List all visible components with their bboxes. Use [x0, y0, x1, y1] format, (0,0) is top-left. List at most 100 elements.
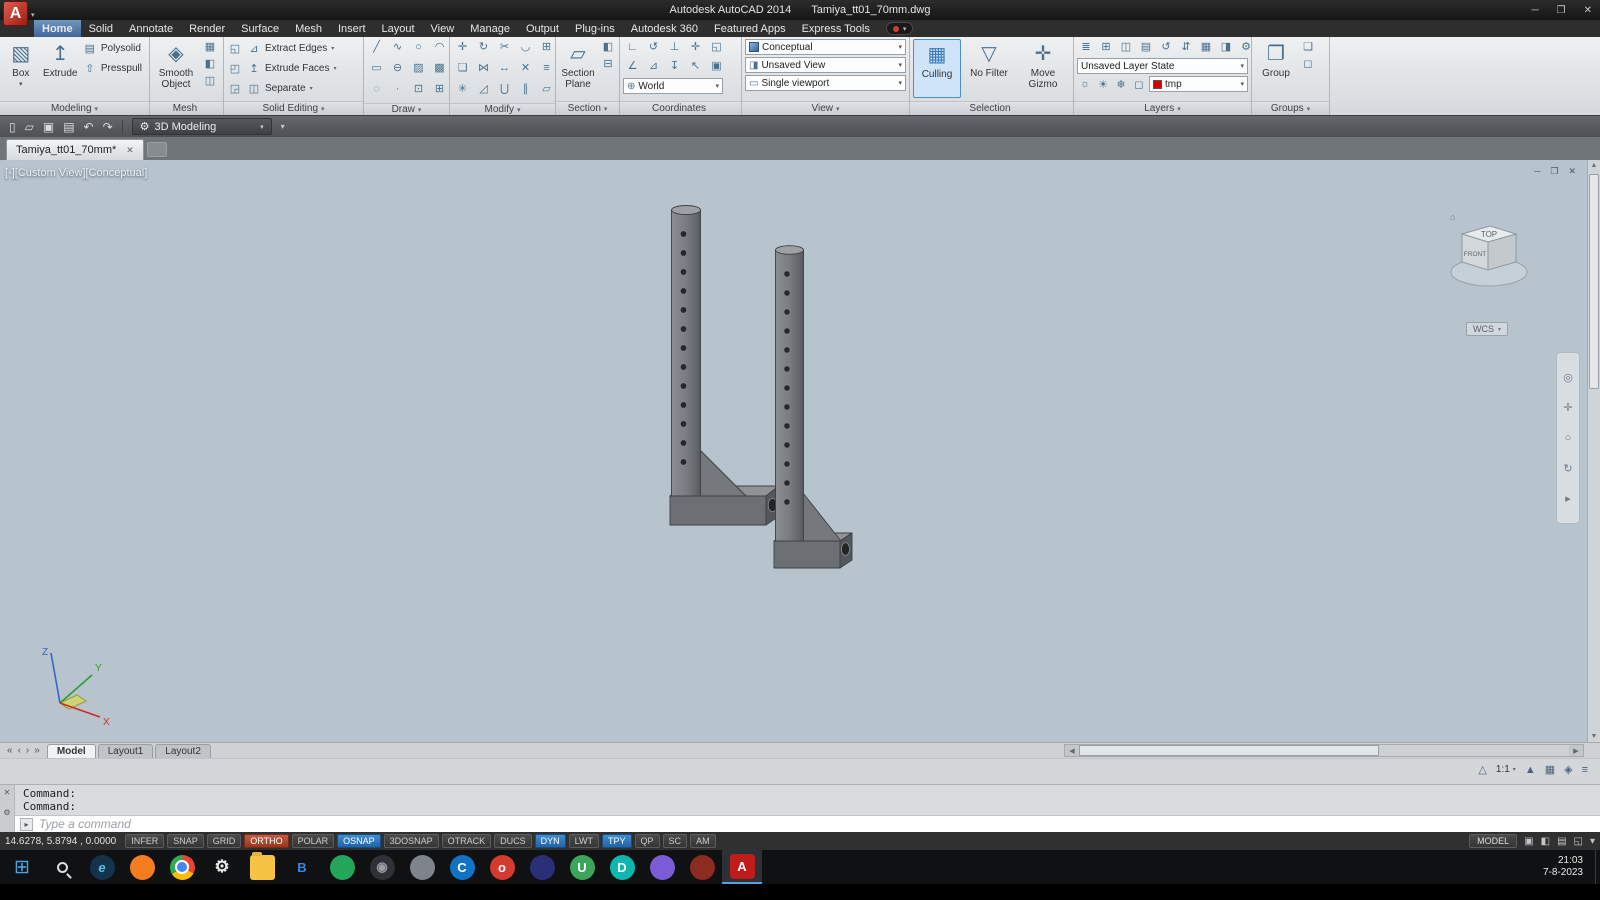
qat-customize-caret[interactable]: ▾ [281, 122, 285, 131]
ucs-tool-icon[interactable]: ✛ [686, 39, 705, 54]
hatch-icon[interactable]: ▨ [409, 60, 428, 75]
line-icon[interactable]: ╱ [367, 39, 386, 54]
toggle-ortho[interactable]: ORTHO [244, 834, 288, 848]
toggle-qp[interactable]: QP [635, 834, 660, 848]
right-post-part[interactable] [774, 246, 852, 568]
taskbar-search-button[interactable] [42, 850, 82, 884]
pan-icon[interactable]: ✛ [1563, 401, 1572, 414]
command-history[interactable]: Command: Command: [15, 785, 1600, 815]
panel-title-groups[interactable]: Groups [1252, 101, 1329, 115]
mesh-tool-icon[interactable]: ◫ [202, 73, 218, 88]
toggle-3dosnap[interactable]: 3DOSNAP [384, 834, 439, 848]
layer-tool-icon[interactable]: ▦ [1197, 39, 1215, 54]
autoscale-icon[interactable]: ▦ [1545, 763, 1555, 776]
presspull-button[interactable]: ⇧ Presspull [82, 59, 146, 77]
drawing-area[interactable]: [-][Custom View][Conceptual] ─ ❐ ✕ [0, 160, 1600, 742]
taskbar-app-firefox[interactable] [122, 850, 162, 884]
prev-layout-icon[interactable]: ‹ [18, 745, 21, 756]
ucs-tool-icon[interactable]: ∠ [623, 58, 642, 73]
panel-title-solid-editing[interactable]: Solid Editing [224, 101, 363, 115]
taskbar-app[interactable]: ◉ [362, 850, 402, 884]
ucs-tool-icon[interactable]: ↧ [665, 58, 684, 73]
tab-layout2[interactable]: Layout2 [155, 744, 211, 759]
ucs-tool-icon[interactable]: ∟ [623, 39, 642, 54]
viewport-label[interactable]: [-][Custom View][Conceptual] [5, 167, 147, 179]
tab-plugins[interactable]: Plug-ins [567, 20, 623, 37]
ucs-tool-icon[interactable]: ◱ [707, 39, 726, 54]
horizontal-scrollbar-thumb[interactable] [1079, 745, 1379, 756]
trim-icon[interactable]: ✂ [495, 39, 514, 54]
taskbar-app[interactable] [522, 850, 562, 884]
toggle-dyn[interactable]: DYN [535, 834, 566, 848]
panel-title-coordinates[interactable]: Coordinates [620, 101, 741, 115]
coordinate-readout[interactable]: 14.6278, 5.8794 , 0.0000 [5, 836, 116, 847]
tab-manage[interactable]: Manage [462, 20, 518, 37]
taskbar-app-autocad[interactable]: A [722, 850, 762, 884]
mesh-tool-icon[interactable]: ◧ [202, 56, 218, 71]
tab-solid[interactable]: Solid [81, 20, 121, 37]
file-tab-close-icon[interactable]: ✕ [126, 145, 134, 156]
toggle-tpy[interactable]: TPY [602, 834, 632, 848]
extrude-faces-button[interactable]: ◰ ↥ Extrude Faces [227, 59, 360, 77]
ucs-combo[interactable]: ⊕ World [623, 78, 723, 94]
plot-icon[interactable]: ▤ [63, 120, 74, 134]
named-view-combo[interactable]: ◨ Unsaved View [745, 57, 906, 73]
viewport-minimize-button[interactable]: ─ [1534, 166, 1540, 177]
mirror-icon[interactable]: ⋈ [474, 60, 493, 75]
vertical-scrollbar-thumb[interactable] [1589, 174, 1599, 389]
union-icon[interactable]: ◱ [227, 41, 243, 56]
culling-button[interactable]: ▦ Culling [913, 39, 961, 98]
ribbon-options-pill[interactable]: ▾ [886, 22, 914, 35]
next-layout-icon[interactable]: › [26, 745, 29, 756]
copy-icon[interactable]: ❏ [453, 60, 472, 75]
last-layout-icon[interactable]: » [34, 745, 40, 756]
redo-icon[interactable]: ↷ [103, 120, 113, 134]
panel-title-layers[interactable]: Layers [1074, 101, 1251, 115]
taskbar-app-explorer[interactable] [242, 850, 282, 884]
annotation-scale-button[interactable]: 1:1 [1496, 764, 1516, 775]
smooth-object-button[interactable]: ◈ Smooth Object [153, 39, 199, 98]
viewcube[interactable]: TOP FRONT ⌂ [1444, 206, 1534, 316]
tab-mesh[interactable]: Mesh [287, 20, 330, 37]
layer-tool-icon[interactable]: ↺ [1157, 39, 1175, 54]
undo-icon[interactable]: ↶ [84, 120, 94, 134]
boundary-icon[interactable]: ◌ [367, 81, 386, 96]
quick-view-layouts-icon[interactable]: ▣ [1524, 836, 1533, 847]
scale-icon[interactable]: ▱ [537, 81, 556, 96]
tab-insert[interactable]: Insert [330, 20, 374, 37]
rectangle-icon[interactable]: ▭ [367, 60, 386, 75]
layer-freeze-icon[interactable]: ❄ [1113, 77, 1129, 92]
quick-view-drawings-icon[interactable]: ◧ [1541, 836, 1550, 847]
taskbar-app-settings[interactable]: ⚙ [202, 850, 242, 884]
panel-title-section[interactable]: Section [556, 101, 619, 115]
taskbar-app[interactable] [642, 850, 682, 884]
layer-tool-icon[interactable]: ≣ [1077, 39, 1095, 54]
panel-title-draw[interactable]: Draw [364, 103, 449, 115]
viewport-config-combo[interactable]: ▭ Single viewport [745, 75, 906, 91]
scroll-right-icon[interactable]: ▶ [1569, 747, 1583, 755]
new-file-icon[interactable]: ▯ [9, 120, 16, 134]
tab-render[interactable]: Render [181, 20, 233, 37]
viewcube-home-icon[interactable]: ⌂ [1450, 212, 1455, 222]
panel-title-modify[interactable]: Modify [450, 103, 555, 115]
file-tab-active[interactable]: Tamiya_tt01_70mm* ✕ [6, 139, 144, 160]
taskbar-app[interactable] [682, 850, 722, 884]
rotate-icon[interactable]: ↻ [474, 39, 493, 54]
orbit-icon[interactable]: ↻ [1563, 462, 1572, 475]
layer-color-swatch[interactable] [1153, 80, 1162, 89]
tab-view[interactable]: View [423, 20, 463, 37]
showmotion-icon[interactable]: ▸ [1565, 492, 1571, 505]
region-icon[interactable]: ⊡ [409, 81, 428, 96]
zoom-icon[interactable]: ○ [1565, 432, 1572, 444]
menu-icon[interactable]: ≡ [1582, 764, 1588, 776]
separate-button[interactable]: ◲ ◫ Separate [227, 79, 360, 97]
ellipse-icon[interactable]: ⊖ [388, 60, 407, 75]
tab-express-tools[interactable]: Express Tools [794, 20, 878, 37]
workspace-combo[interactable]: ⚙ 3D Modeling [132, 118, 272, 135]
array-icon[interactable]: ⊞ [537, 39, 556, 54]
toggle-polar[interactable]: POLAR [292, 834, 335, 848]
application-menu-button[interactable]: A ▾ [3, 1, 35, 26]
tab-layout[interactable]: Layout [374, 20, 423, 37]
section-tool-icon[interactable]: ⊟ [600, 56, 616, 71]
tab-surface[interactable]: Surface [233, 20, 287, 37]
